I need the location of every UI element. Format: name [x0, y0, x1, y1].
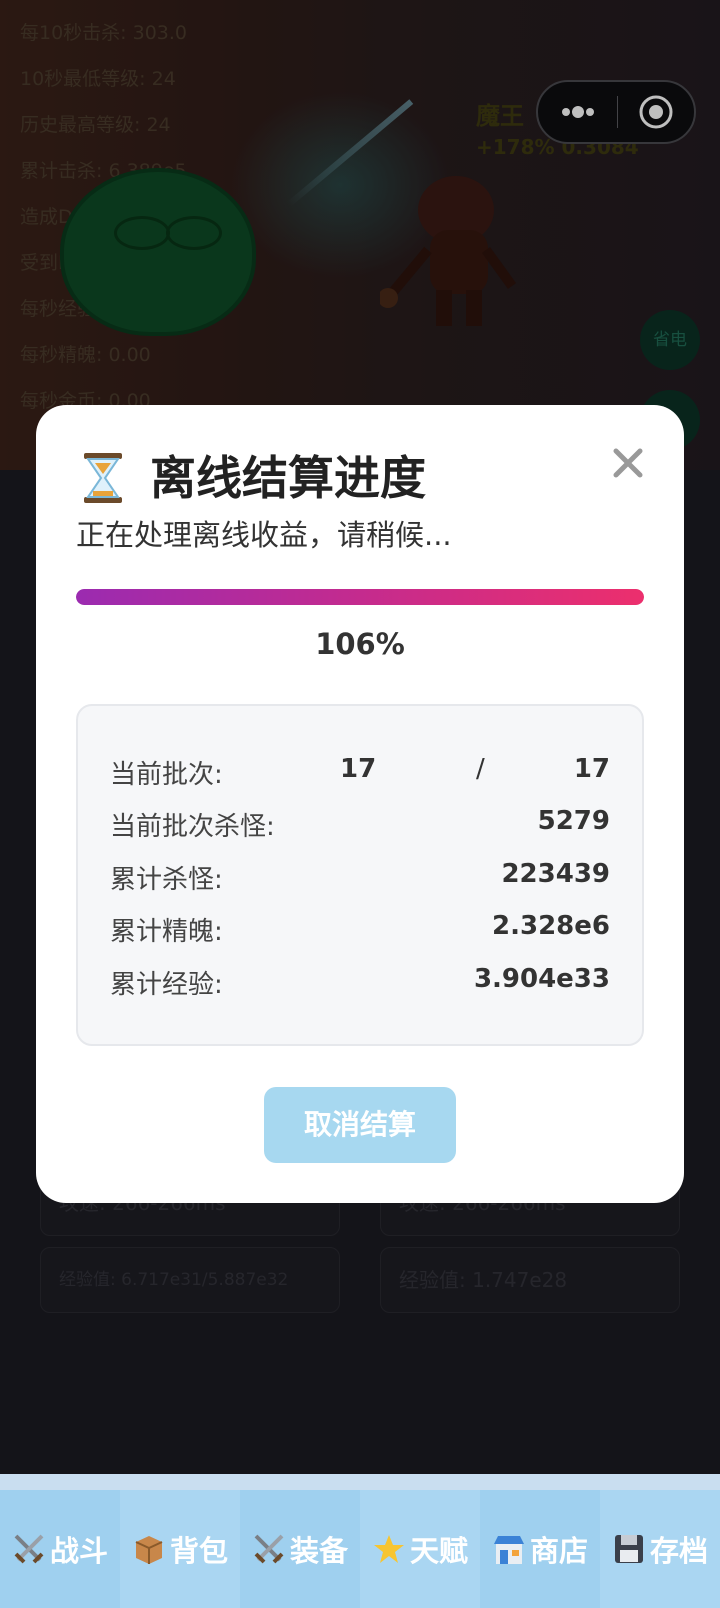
nav-label: 背包 [169, 1534, 228, 1568]
floppy-disk-icon [614, 1535, 643, 1563]
settlement-stats: 当前批次: 17 / 17 当前批次杀怪: 5279 累计杀怪: 223439 … [76, 704, 644, 1046]
progress-fill [76, 589, 644, 605]
hourglass-icon [84, 453, 122, 503]
swords-icon [254, 1534, 284, 1564]
batch-label: 当前批次: [110, 760, 223, 790]
bottom-nav: 战斗 背包 装备 天赋 商店 存档 [0, 1474, 720, 1608]
batch-separator: / [476, 754, 485, 784]
stat-row-batch-kills: 当前批次杀怪: 5279 [110, 806, 610, 846]
nav-label: 天赋 [409, 1534, 468, 1568]
nav-label: 存档 [649, 1534, 708, 1568]
batch-total: 17 [573, 754, 610, 784]
nav-item-save[interactable]: 存档 [600, 1490, 720, 1608]
stat-row-total-exp: 累计经验: 3.904e33 [110, 964, 610, 1004]
total-soul-label: 累计精魄: [110, 917, 223, 947]
progress-bar [76, 589, 644, 605]
total-kills-label: 累计杀怪: [110, 865, 223, 895]
close-icon[interactable] [608, 443, 648, 483]
total-exp-value: 3.904e33 [473, 964, 610, 994]
stat-row-total-soul: 累计精魄: 2.328e6 [110, 911, 610, 951]
nav-label: 战斗 [49, 1534, 108, 1568]
stat-row-batch: 当前批次: 17 / 17 [110, 754, 610, 794]
swords-icon [14, 1534, 44, 1564]
nav-item-equipment[interactable]: 装备 [240, 1490, 360, 1608]
star-icon [373, 1535, 404, 1563]
modal-title: 离线结算进度 [150, 451, 426, 505]
nav-item-bag[interactable]: 背包 [120, 1490, 240, 1608]
total-soul-value: 2.328e6 [492, 911, 610, 941]
modal-subtitle: 正在处理离线收益，请稍候... [76, 518, 452, 552]
package-icon [135, 1536, 163, 1564]
batch-kills-label: 当前批次杀怪: [110, 812, 275, 842]
offline-settlement-modal: 离线结算进度 正在处理离线收益，请稍候... 106% 当前批次: 17 / 1… [36, 405, 684, 1203]
progress-percent: 106% [315, 627, 405, 661]
store-icon [493, 1536, 524, 1564]
nav-item-shop[interactable]: 商店 [480, 1490, 600, 1608]
total-exp-label: 累计经验: [110, 970, 223, 1000]
total-kills-value: 223439 [501, 859, 610, 889]
batch-current: 17 [340, 754, 377, 784]
stat-row-total-kills: 累计杀怪: 223439 [110, 859, 610, 899]
nav-item-battle[interactable]: 战斗 [0, 1490, 120, 1608]
batch-kills-value: 5279 [537, 806, 610, 836]
nav-label: 商店 [529, 1534, 588, 1568]
nav-item-talent[interactable]: 天赋 [360, 1490, 480, 1608]
nav-label: 装备 [289, 1534, 348, 1568]
cancel-settlement-button[interactable]: 取消结算 [264, 1087, 456, 1163]
